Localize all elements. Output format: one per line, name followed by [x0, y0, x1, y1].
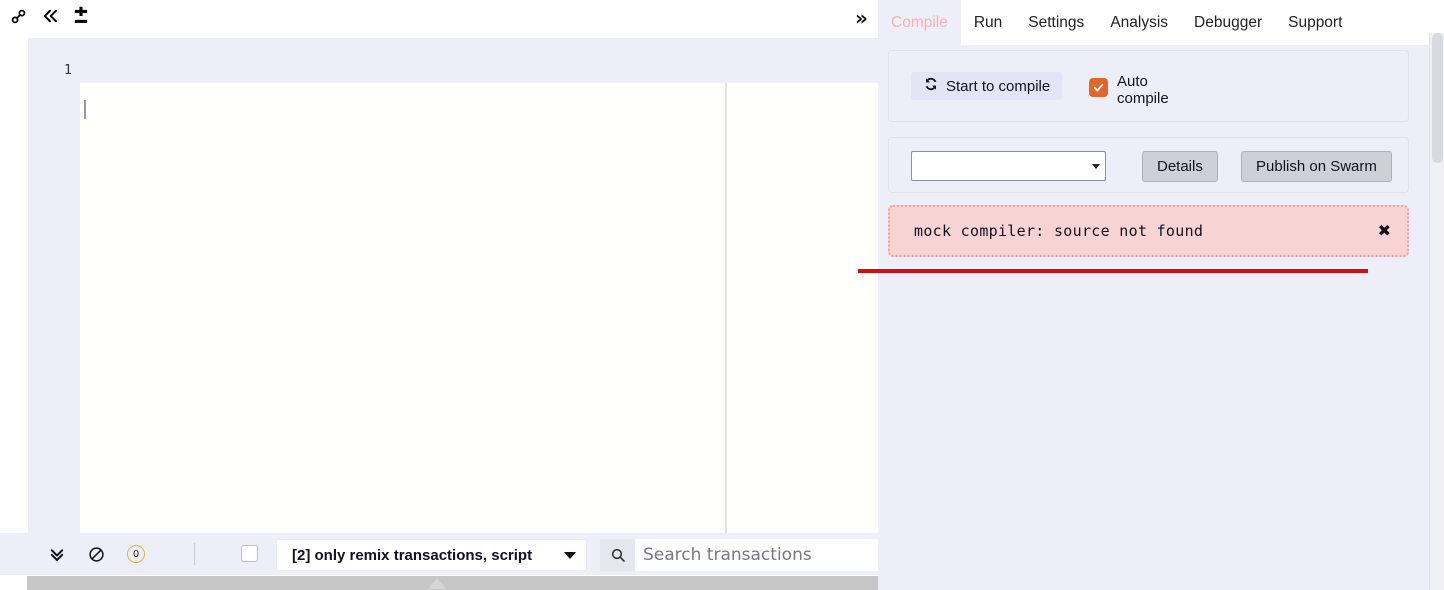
compile-error-message: mock compiler: source not found [914, 222, 1204, 240]
tab-compile[interactable]: Compile [878, 0, 961, 45]
start-to-compile-button[interactable]: Start to compile [911, 72, 1063, 100]
vertical-scrollbar[interactable] [1429, 33, 1444, 590]
refresh-icon [923, 76, 939, 96]
code-editor[interactable]: 1 [0, 38, 878, 534]
tab-run-label: Run [973, 13, 1003, 31]
auto-compile-group: Auto compile [1089, 73, 1181, 107]
publish-on-swarm-button[interactable]: Publish on Swarm [1241, 151, 1392, 182]
scrollbar-thumb[interactable] [1432, 33, 1443, 163]
ban-icon[interactable] [88, 546, 105, 563]
tab-debugger[interactable]: Debugger [1181, 0, 1276, 45]
error-underline-rule [858, 269, 1368, 273]
editor-content[interactable] [80, 82, 878, 534]
editor-gutter: 1 [28, 38, 80, 533]
contract-select[interactable] [911, 151, 1106, 181]
terminal-toolbar-icons: 0 [48, 533, 145, 575]
text-cursor [84, 100, 86, 119]
search-icon[interactable] [600, 539, 635, 571]
terminal-toolbar: 0 [2] only remix transactions, script [0, 533, 878, 575]
expand-right-icon[interactable]: » [855, 8, 868, 28]
compile-panel: Start to compile Auto compile Details Pu… [858, 45, 1444, 590]
top-toolbar: » Compile Run Settings Analysis Debugger… [0, 0, 1444, 45]
top-toolbar-icon-group [10, 6, 89, 26]
terminal-resize-bar[interactable] [27, 576, 878, 590]
remix-ide-window: » Compile Run Settings Analysis Debugger… [0, 0, 1444, 590]
compile-error-alert: mock compiler: source not found ✖ [888, 205, 1409, 257]
tab-support-label: Support [1288, 13, 1343, 31]
tab-support[interactable]: Support [1275, 0, 1356, 45]
search-input[interactable] [635, 539, 878, 571]
plus-minus-icon[interactable] [73, 6, 89, 26]
toolbar-divider [194, 543, 195, 565]
transaction-filter-select[interactable]: [2] only remix transactions, script [276, 539, 587, 571]
tab-debugger-label: Debugger [1194, 13, 1263, 31]
select-chevron-down-icon [1092, 164, 1100, 169]
chevron-double-down-icon[interactable] [48, 545, 66, 563]
compile-controls-card: Start to compile Auto compile [888, 50, 1409, 122]
pending-count-badge[interactable]: 0 [127, 545, 145, 563]
link-icon[interactable] [10, 8, 27, 25]
contract-actions-card: Details Publish on Swarm [888, 137, 1409, 193]
editor-active-line [80, 82, 878, 83]
search-transactions-group [600, 539, 878, 571]
start-to-compile-label: Start to compile [946, 77, 1051, 95]
tab-compile-label: Compile [891, 13, 948, 31]
tab-settings[interactable]: Settings [1015, 0, 1098, 45]
details-button[interactable]: Details [1142, 151, 1218, 182]
collapse-left-icon[interactable] [41, 7, 59, 25]
transaction-filter-label: [2] only remix transactions, script [292, 546, 533, 564]
tab-analysis-label: Analysis [1110, 13, 1169, 31]
listen-network-checkbox[interactable] [241, 545, 258, 562]
line-number: 1 [63, 62, 72, 78]
auto-compile-label: Auto compile [1117, 73, 1169, 107]
resize-handle-icon[interactable] [428, 578, 446, 589]
close-icon[interactable]: ✖ [1378, 223, 1391, 239]
chevron-down-icon [564, 551, 576, 559]
panel-tab-bar: Compile Run Settings Analysis Debugger S… [878, 0, 1356, 45]
tab-run[interactable]: Run [960, 0, 1016, 45]
tab-analysis[interactable]: Analysis [1097, 0, 1182, 45]
auto-compile-checkbox[interactable] [1089, 78, 1108, 97]
tab-settings-label: Settings [1028, 13, 1085, 31]
editor-print-margin [725, 83, 727, 534]
